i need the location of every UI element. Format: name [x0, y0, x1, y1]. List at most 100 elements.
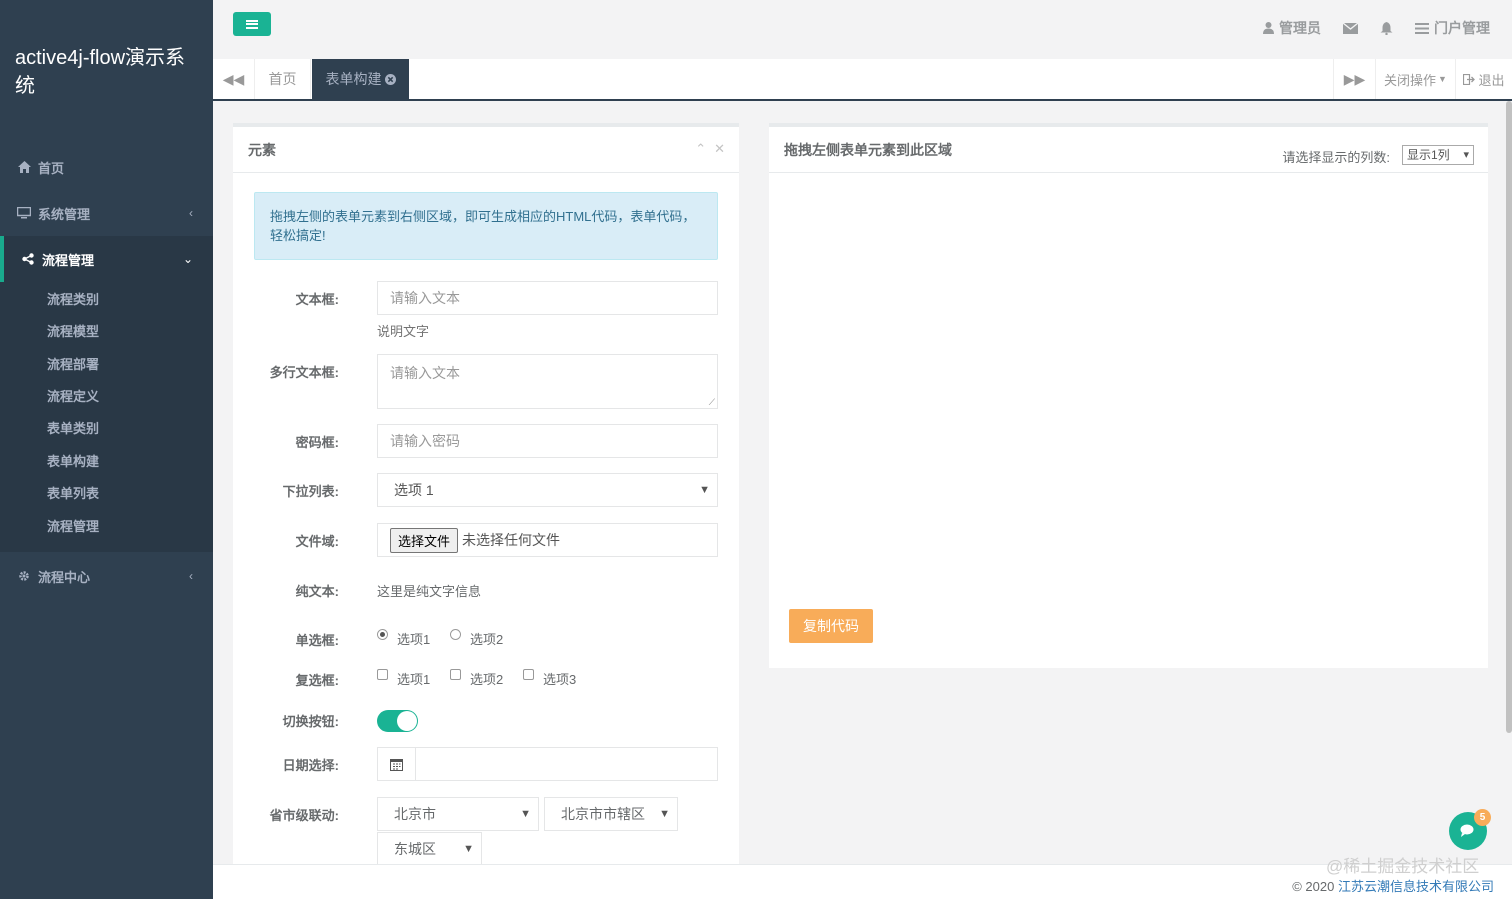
district-value: 东城区	[394, 841, 436, 857]
forward-icon: ▶▶	[1343, 70, 1366, 87]
checkbox[interactable]	[523, 669, 534, 680]
logout-button[interactable]: 退出	[1455, 59, 1512, 99]
page-scrollbar[interactable]	[1506, 101, 1512, 733]
checkbox-option-2[interactable]: 选项2	[450, 669, 503, 688]
city-select[interactable]: 北京市市辖区 ▼	[544, 797, 678, 831]
desktop-icon	[16, 207, 32, 219]
district-select[interactable]: 东城区 ▼	[377, 832, 482, 866]
checkbox[interactable]	[450, 669, 461, 680]
submenu-item[interactable]: 流程类别	[47, 290, 99, 310]
checkbox-option-label: 选项2	[470, 672, 504, 687]
tab-label: 表单构建	[325, 71, 382, 87]
checkbox-label: 复选框:	[295, 673, 339, 688]
sidebar-item-home[interactable]: 首页	[0, 144, 213, 190]
admin-menu[interactable]: 管理员	[1263, 18, 1321, 38]
tab-scroll-left-button[interactable]: ◀◀	[213, 59, 255, 99]
radio-button[interactable]	[450, 629, 461, 640]
caret-down-icon: ▼	[659, 808, 670, 820]
file-label: 文件域:	[295, 534, 339, 549]
caret-down-icon: ▼	[520, 808, 531, 820]
submenu-item[interactable]: 流程模型	[47, 322, 99, 342]
sidebar-item-system[interactable]: 系统管理 ‹	[0, 190, 213, 236]
tab-home[interactable]: 首页	[255, 59, 311, 99]
region-label: 省市级联动:	[269, 808, 339, 823]
radio-option-1[interactable]: 选项1	[377, 629, 430, 648]
drop-zone-header: 拖拽左侧表单元素到此区域 请选择显示的列数: 显示1列	[769, 127, 1488, 173]
checkbox-option-1[interactable]: 选项1	[377, 669, 430, 688]
resize-handle-icon[interactable]: ⟋	[709, 397, 715, 408]
tab-bar: ◀◀ 首页 表单构建 ▶▶ 关闭操作 ▼ 退出	[213, 59, 1512, 101]
close-icon[interactable]: ✕	[714, 141, 725, 157]
text-input[interactable]: 请输入文本	[377, 281, 718, 315]
column-count-label: 请选择显示的列数:	[1282, 150, 1390, 165]
password-label: 密码框:	[295, 435, 339, 450]
sidebar-item-label: 系统管理	[38, 206, 91, 222]
radio-option-2[interactable]: 选项2	[450, 629, 503, 648]
checkbox-option-label: 选项1	[397, 672, 431, 687]
tab-form-builder[interactable]: 表单构建	[312, 59, 409, 99]
file-input[interactable]: 选择文件 未选择任何文件	[377, 523, 718, 557]
notification-button[interactable]	[1380, 21, 1393, 35]
calendar-icon[interactable]	[378, 748, 416, 780]
gear-icon	[16, 570, 32, 582]
select-label: 下拉列表:	[282, 484, 339, 499]
select-value: 选项 1	[394, 482, 434, 498]
textarea-label: 多行文本框:	[269, 365, 339, 380]
caret-down-icon: ▼	[463, 843, 474, 855]
admin-label: 管理员	[1279, 20, 1321, 36]
column-count-select[interactable]: 显示1列	[1402, 145, 1474, 165]
list-icon	[1415, 22, 1429, 34]
mail-button[interactable]	[1343, 22, 1358, 34]
sidebar-item-flow-management[interactable]: 流程管理 ⌄	[0, 236, 213, 282]
copy-code-button[interactable]: 复制代码	[789, 609, 873, 643]
tab-scroll-right-button[interactable]: ▶▶	[1333, 59, 1375, 99]
flow-submenu: 流程类别 流程模型 流程部署 流程定义 表单类别 表单构建 表单列表 流程管理	[0, 282, 213, 552]
close-circle-icon[interactable]	[384, 73, 396, 85]
checkbox-option-3[interactable]: 选项3	[523, 669, 576, 688]
share-icon	[20, 253, 36, 265]
envelope-icon	[1343, 22, 1358, 34]
elements-panel-header: 元素 ⌃ ✕	[233, 127, 739, 173]
copyright-prefix: © 2020	[1292, 879, 1335, 894]
toggle-switch[interactable]	[377, 710, 418, 732]
date-picker[interactable]	[377, 747, 718, 781]
radio-label: 单选框:	[295, 633, 339, 648]
sign-out-icon	[1463, 73, 1476, 85]
footer: © 2020 江苏云潮信息技术有限公司	[213, 864, 1512, 899]
radio-option-label: 选项2	[470, 632, 504, 647]
chevron-down-icon: ⌄	[182, 252, 193, 266]
select-dropdown[interactable]: 选项 1 ▼	[377, 473, 718, 507]
footer-copyright: © 2020 江苏云潮信息技术有限公司	[1292, 876, 1494, 895]
file-status: 未选择任何文件	[462, 532, 561, 548]
submenu-item[interactable]: 流程部署	[47, 355, 99, 375]
plain-text-value: 这里是纯文字信息	[377, 584, 482, 599]
textarea-input[interactable]: 请输入文本 ⟋	[377, 354, 718, 409]
radio-button[interactable]	[377, 629, 388, 640]
submenu-item[interactable]: 表单类别	[47, 419, 99, 439]
elements-panel-title: 元素	[248, 141, 276, 158]
plain-text-label: 纯文本:	[295, 584, 339, 599]
comments-icon	[1460, 824, 1474, 837]
company-link[interactable]: 江苏云潮信息技术有限公司	[1338, 879, 1494, 894]
drop-zone-area[interactable]	[769, 173, 1488, 593]
portal-management-link[interactable]: 门户管理	[1415, 18, 1490, 38]
city-value: 北京市市辖区	[561, 806, 645, 822]
menu-toggle-button[interactable]	[233, 12, 271, 36]
sidebar-item-label: 流程管理	[42, 252, 95, 268]
user-icon	[1263, 22, 1274, 34]
chevron-up-icon[interactable]: ⌃	[695, 141, 706, 157]
sidebar-item-flow-center[interactable]: 流程中心 ‹	[0, 553, 213, 599]
choose-file-button[interactable]: 选择文件	[390, 527, 459, 553]
submenu-item[interactable]: 表单构建	[47, 452, 99, 472]
date-value[interactable]	[416, 748, 717, 780]
portal-label: 门户管理	[1434, 20, 1490, 36]
submenu-item[interactable]: 流程管理	[47, 517, 99, 537]
submenu-item[interactable]: 表单列表	[47, 484, 99, 504]
date-label: 日期选择:	[282, 758, 339, 773]
submenu-item[interactable]: 流程定义	[47, 387, 99, 407]
province-select[interactable]: 北京市 ▼	[377, 797, 539, 831]
close-operations-dropdown[interactable]: 关闭操作 ▼	[1375, 59, 1455, 99]
password-input[interactable]: 请输入密码	[377, 424, 718, 458]
home-icon	[16, 161, 32, 173]
checkbox[interactable]	[377, 669, 388, 680]
